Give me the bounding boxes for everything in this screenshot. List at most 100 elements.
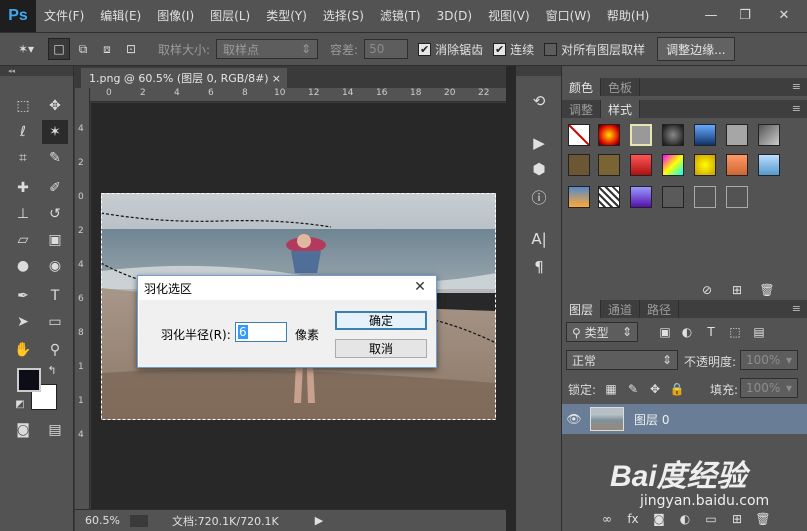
actions-panel-icon[interactable]: ▶ — [526, 132, 552, 154]
tab-adjustments[interactable]: 调整 — [562, 100, 602, 118]
paragraph-panel-icon[interactable]: ¶ — [526, 256, 552, 278]
properties-panel-icon[interactable]: ⬢ — [526, 158, 552, 180]
opacity-input[interactable]: 100% ▾ — [740, 350, 798, 370]
tab-paths[interactable]: 路径 — [640, 300, 680, 318]
menu-window[interactable]: 窗口(W) — [538, 0, 599, 32]
feather-radius-input[interactable]: 6 — [235, 322, 287, 342]
clone-stamp-tool-icon[interactable]: ⊥ — [10, 202, 36, 226]
eyedropper-tool-icon[interactable]: ✎ — [42, 146, 68, 170]
style-swatch[interactable] — [598, 186, 620, 208]
panel-menu-icon[interactable]: ≡ — [792, 302, 801, 315]
fill-input[interactable]: 100% ▾ — [740, 378, 798, 398]
filter-shape-icon[interactable]: ⬚ — [726, 323, 744, 341]
brush-tool-icon[interactable]: ✐ — [42, 176, 68, 200]
dodge-tool-icon[interactable]: ◉ — [42, 254, 68, 278]
style-swatch-none[interactable] — [568, 124, 590, 146]
style-swatch[interactable] — [662, 154, 684, 176]
contiguous-checkbox[interactable]: ✔ — [493, 42, 507, 56]
style-swatch[interactable] — [694, 124, 716, 146]
add-selection-icon[interactable]: ⧉ — [72, 38, 94, 60]
style-swatch[interactable] — [726, 186, 748, 208]
gradient-tool-icon[interactable]: ▣ — [42, 228, 68, 252]
tab-layers[interactable]: 图层 — [562, 300, 602, 318]
filter-pixel-icon[interactable]: ▣ — [656, 323, 674, 341]
tab-styles[interactable]: 样式 — [601, 100, 641, 118]
status-preview-icon[interactable] — [129, 514, 148, 527]
zoom-tool-icon[interactable]: ⚲ — [42, 338, 68, 362]
tab-color[interactable]: 颜色 — [562, 78, 602, 96]
dialog-close-icon[interactable]: ✕ — [412, 279, 428, 295]
tools-panel-collapse-icon[interactable]: ◂◂ — [0, 66, 73, 76]
blur-tool-icon[interactable]: ● — [10, 254, 36, 278]
style-swatch[interactable] — [726, 154, 748, 176]
layer-row[interactable]: 👁 图层 0 — [562, 404, 807, 434]
style-swatch[interactable] — [758, 154, 780, 176]
lock-image-icon[interactable]: ✎ — [624, 380, 642, 398]
lock-position-icon[interactable]: ✥ — [646, 380, 664, 398]
new-style-icon[interactable]: ⊞ — [728, 281, 746, 299]
info-panel-icon[interactable]: ⓘ — [526, 186, 552, 208]
quick-mask-icon[interactable]: ◙ — [10, 418, 36, 442]
style-swatch[interactable] — [662, 186, 684, 208]
status-menu-arrow-icon[interactable]: ▶ — [315, 514, 323, 527]
tab-swatches[interactable]: 色板 — [601, 78, 641, 96]
foreground-color-swatch[interactable] — [17, 368, 41, 392]
refine-edge-button[interactable]: 调整边缘... — [657, 37, 735, 61]
hand-tool-icon[interactable]: ✋ — [10, 338, 36, 362]
document-tab-close-icon[interactable]: × — [272, 72, 281, 85]
cancel-button[interactable]: 取消 — [335, 339, 427, 358]
default-colors-icon[interactable]: ◩ — [12, 396, 28, 412]
panel-menu-icon[interactable]: ≡ — [792, 80, 801, 93]
blend-mode-select[interactable]: 正常 ⇕ — [566, 350, 678, 370]
filter-adjustment-icon[interactable]: ◐ — [678, 323, 696, 341]
menu-edit[interactable]: 编辑(E) — [92, 0, 149, 32]
layer-visibility-eye-icon[interactable]: 👁 — [562, 412, 586, 426]
style-swatch[interactable] — [758, 124, 780, 146]
menu-filter[interactable]: 滤镜(T) — [372, 0, 429, 32]
style-swatch[interactable] — [630, 186, 652, 208]
sample-all-layers-checkbox[interactable] — [544, 42, 558, 56]
menu-view[interactable]: 视图(V) — [480, 0, 538, 32]
history-brush-tool-icon[interactable]: ↺ — [42, 202, 68, 226]
magic-wand-tool-icon[interactable]: ✶ — [42, 120, 68, 144]
minimize-button[interactable]: — — [697, 4, 725, 26]
healing-brush-tool-icon[interactable]: ✚ — [10, 176, 36, 200]
clear-style-icon[interactable]: ⊘ — [698, 281, 716, 299]
close-button[interactable]: ✕ — [770, 4, 798, 26]
marquee-tool-icon[interactable]: ⬚ — [10, 94, 36, 118]
menu-help[interactable]: 帮助(H) — [599, 0, 657, 32]
style-swatch[interactable] — [630, 124, 652, 146]
style-swatch[interactable] — [694, 154, 716, 176]
move-tool-icon[interactable]: ✥ — [42, 94, 68, 118]
screen-mode-icon[interactable]: ▤ — [42, 418, 68, 442]
menu-3d[interactable]: 3D(D) — [429, 0, 480, 32]
pen-tool-icon[interactable]: ✒ — [10, 284, 36, 308]
antialias-checkbox[interactable]: ✔ — [418, 42, 432, 56]
panel-menu-icon[interactable]: ≡ — [792, 102, 801, 115]
lock-all-icon[interactable]: 🔒 — [668, 380, 686, 398]
style-swatch[interactable] — [662, 124, 684, 146]
menu-image[interactable]: 图像(I) — [149, 0, 202, 32]
subtract-selection-icon[interactable]: ⧈ — [96, 38, 118, 60]
lock-transparent-icon[interactable]: ▦ — [602, 380, 620, 398]
restore-button[interactable]: ❐ — [731, 4, 759, 26]
style-swatch[interactable] — [598, 154, 620, 176]
sample-size-select[interactable]: 取样点 ⇕ — [216, 39, 319, 59]
filter-type-icon[interactable]: T — [702, 323, 720, 341]
new-selection-icon[interactable]: □ — [48, 38, 70, 60]
intersect-selection-icon[interactable]: ⊡ — [120, 38, 142, 60]
style-swatch[interactable] — [726, 124, 748, 146]
ok-button[interactable]: 确定 — [335, 311, 427, 330]
tab-channels[interactable]: 通道 — [601, 300, 641, 318]
document-tab[interactable]: 1.png @ 60.5% (图层 0, RGB/8#) × — [81, 68, 287, 88]
menu-type[interactable]: 类型(Y) — [258, 0, 315, 32]
type-tool-icon[interactable]: T — [42, 284, 68, 308]
shape-tool-icon[interactable]: ▭ — [42, 310, 68, 334]
crop-tool-icon[interactable]: ⌗ — [10, 146, 36, 170]
path-selection-tool-icon[interactable]: ➤ — [10, 310, 36, 334]
eraser-tool-icon[interactable]: ▱ — [10, 228, 36, 252]
magic-wand-preset-icon[interactable]: ✶▾ — [6, 38, 46, 60]
character-panel-icon[interactable]: A| — [526, 228, 552, 250]
lasso-tool-icon[interactable]: ℓ — [10, 120, 36, 144]
tolerance-input[interactable]: 50 — [364, 39, 409, 59]
